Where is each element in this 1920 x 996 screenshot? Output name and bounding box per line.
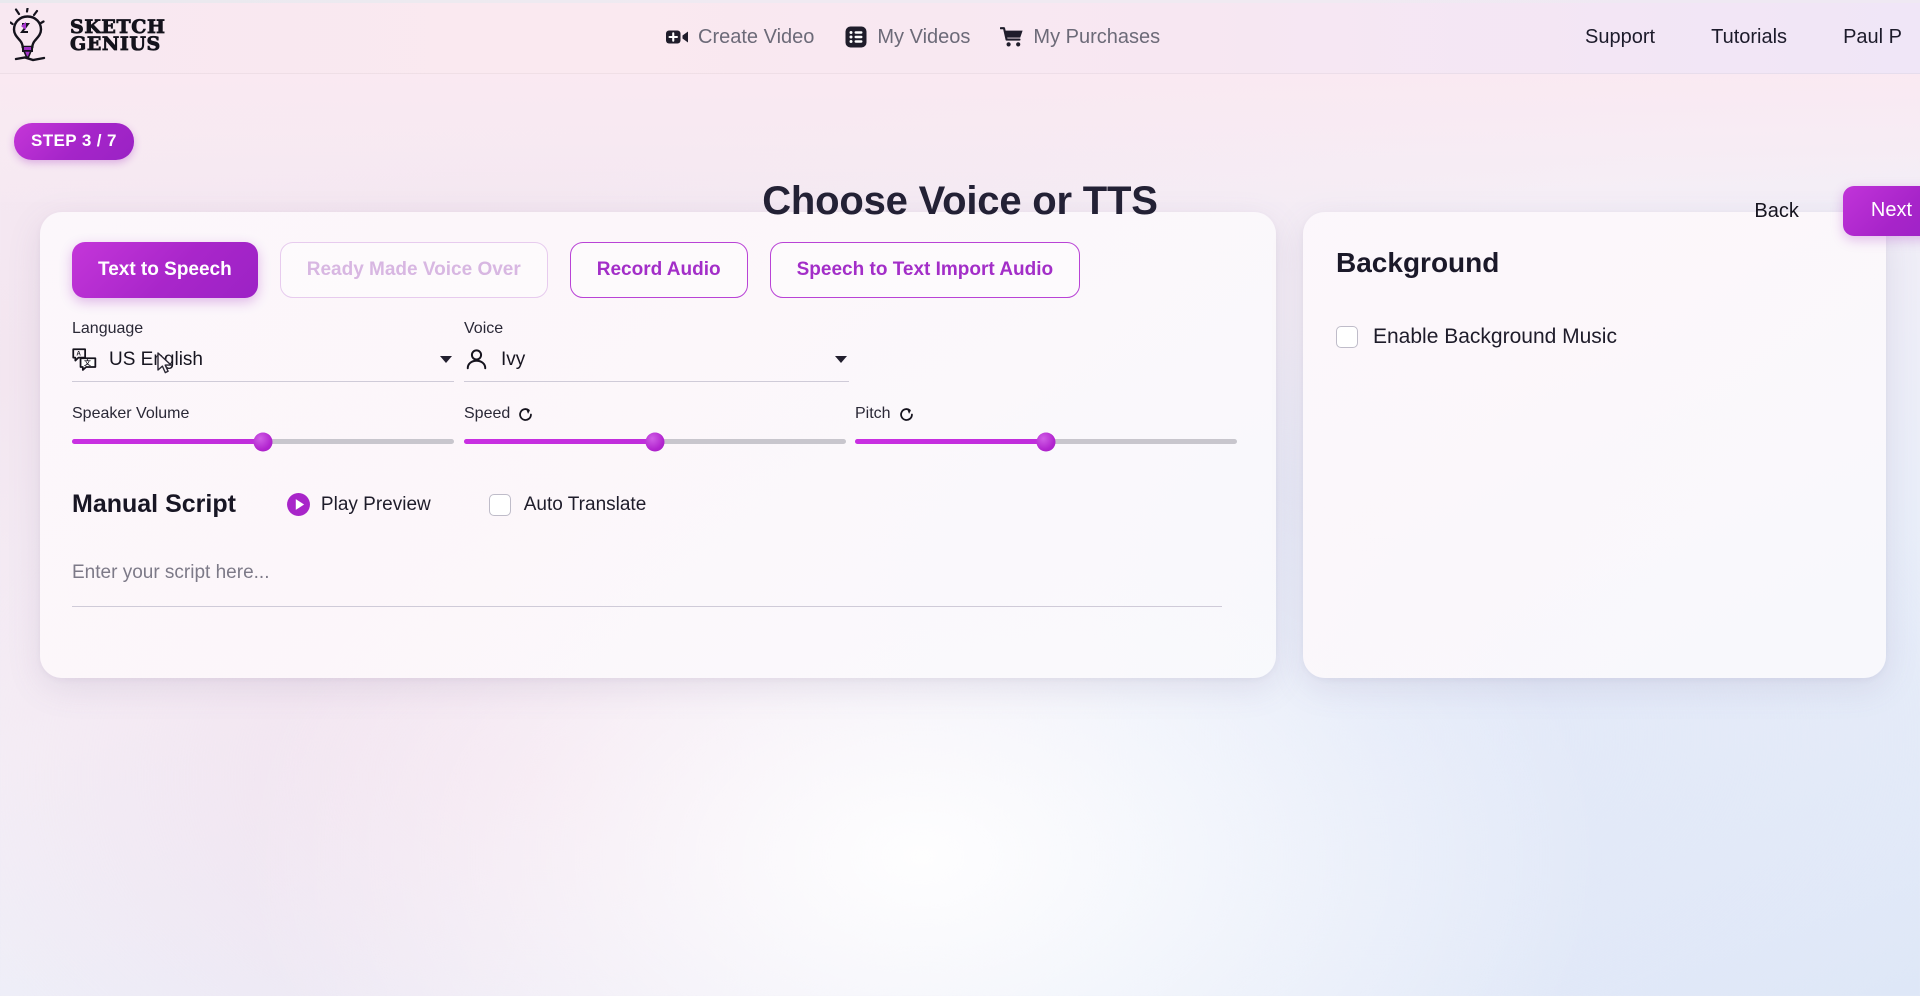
page-title: Choose Voice or TTS: [762, 179, 1158, 223]
chevron-down-icon: [440, 356, 452, 363]
brand-logo[interactable]: SKETCH GENIUS: [10, 8, 166, 64]
enable-background-music-checkbox[interactable]: [1336, 326, 1358, 348]
tab-ready-made-voice-over[interactable]: Ready Made Voice Over: [279, 242, 548, 298]
reset-arrow-icon[interactable]: [898, 406, 915, 423]
language-field: Language A 文 US English: [72, 320, 454, 382]
voice-label: Voice: [464, 320, 504, 337]
nav-item-my-purchases[interactable]: My Purchases: [1000, 25, 1160, 49]
back-button[interactable]: Back: [1754, 200, 1798, 223]
wizard-navigation-actions: Back Next: [1754, 186, 1920, 236]
voice-settings-card: Text to Speech Ready Made Voice Over Rec…: [40, 212, 1276, 678]
speaker-volume-label-text: Speaker Volume: [72, 405, 190, 422]
next-button[interactable]: Next: [1842, 186, 1920, 236]
translate-icon: A 文: [72, 348, 97, 371]
tab-speech-to-text-import-audio[interactable]: Speech to Text Import Audio: [769, 242, 1081, 298]
tab-record-audio[interactable]: Record Audio: [569, 242, 748, 298]
secondary-nav: Support Tutorials Paul P: [1585, 0, 1920, 74]
brand-line-2: GENIUS: [70, 33, 161, 55]
video-camera-plus-icon: [666, 30, 688, 44]
voice-source-tabs: Text to Speech Ready Made Voice Over Rec…: [72, 242, 1081, 298]
top-navigation-bar: SKETCH GENIUS Create Video My Videos My …: [0, 0, 1920, 74]
auto-translate-label: Auto Translate: [523, 493, 647, 515]
brand-wordmark: SKETCH GENIUS: [70, 16, 166, 55]
pitch-label: Pitch: [855, 405, 1237, 423]
nav-item-tutorials[interactable]: Tutorials: [1711, 26, 1787, 49]
voice-select[interactable]: Ivy: [464, 347, 849, 382]
play-preview-label: Play Preview: [320, 493, 431, 515]
play-circle-icon: [286, 493, 310, 516]
nav-item-create-video[interactable]: Create Video: [665, 25, 814, 49]
chevron-down-icon: [835, 356, 847, 363]
background-title: Background: [1336, 247, 1500, 278]
auto-translate-checkbox[interactable]: [488, 493, 511, 516]
manual-script-title: Manual Script: [72, 490, 236, 518]
language-label: Language: [72, 320, 144, 337]
reset-arrow-icon[interactable]: [517, 406, 534, 423]
speaker-volume-slider[interactable]: [72, 432, 454, 451]
pitch-slider-fill: [855, 439, 1046, 444]
speed-slider-thumb[interactable]: [645, 432, 665, 451]
pitch-slider-row: Pitch: [855, 405, 1237, 451]
language-select[interactable]: A 文 US English: [72, 347, 454, 382]
enable-background-music-toggle[interactable]: Enable Background Music: [1336, 325, 1617, 349]
person-icon: [466, 349, 487, 370]
enable-background-music-label: Enable Background Music: [1373, 325, 1617, 348]
shopping-cart-icon: [1000, 27, 1024, 47]
mouse-cursor: [157, 352, 172, 374]
pitch-slider-thumb[interactable]: [1036, 432, 1056, 451]
lightbulb-sketch-icon: [10, 8, 46, 62]
speaker-volume-slider-fill: [72, 439, 263, 444]
auto-translate-toggle[interactable]: Auto Translate: [488, 493, 647, 516]
script-header-row: Manual Script Play Preview Auto Translat…: [72, 490, 646, 519]
pitch-slider[interactable]: [855, 432, 1237, 451]
voice-value: Ivy: [501, 348, 526, 370]
nav-item-support[interactable]: Support: [1585, 26, 1655, 49]
nav-item-user-account[interactable]: Paul P: [1843, 26, 1902, 49]
nav-label-create-video: Create Video: [698, 25, 815, 48]
svg-text:A: A: [76, 350, 81, 357]
primary-nav: Create Video My Videos My Purchases: [665, 0, 1160, 74]
play-preview-button[interactable]: Play Preview: [286, 492, 431, 517]
nav-item-my-videos[interactable]: My Videos: [844, 25, 970, 49]
step-badge: STEP 3 / 7: [14, 123, 134, 160]
nav-label-my-videos: My Videos: [877, 25, 971, 48]
page-header-band: STEP 3 / 7 Choose Voice or TTS Back Next: [0, 74, 1920, 236]
voice-field: Voice Ivy: [464, 320, 849, 382]
svg-text:文: 文: [84, 358, 91, 367]
speed-label: Speed: [464, 405, 846, 423]
speaker-volume-slider-row: Speaker Volume: [72, 405, 454, 451]
nav-label-my-purchases: My Purchases: [1033, 25, 1161, 48]
speaker-volume-label: Speaker Volume: [72, 405, 454, 423]
speed-slider-fill: [464, 439, 655, 444]
speaker-volume-slider-thumb[interactable]: [253, 432, 273, 451]
speed-slider-row: Speed: [464, 405, 846, 451]
speed-label-text: Speed: [464, 405, 511, 422]
script-input[interactable]: [72, 562, 1222, 607]
pitch-label-text: Pitch: [855, 405, 891, 422]
tab-text-to-speech[interactable]: Text to Speech: [72, 242, 258, 298]
speed-slider[interactable]: [464, 432, 846, 451]
background-card: Background Enable Background Music: [1303, 212, 1886, 678]
list-icon: [845, 26, 867, 48]
